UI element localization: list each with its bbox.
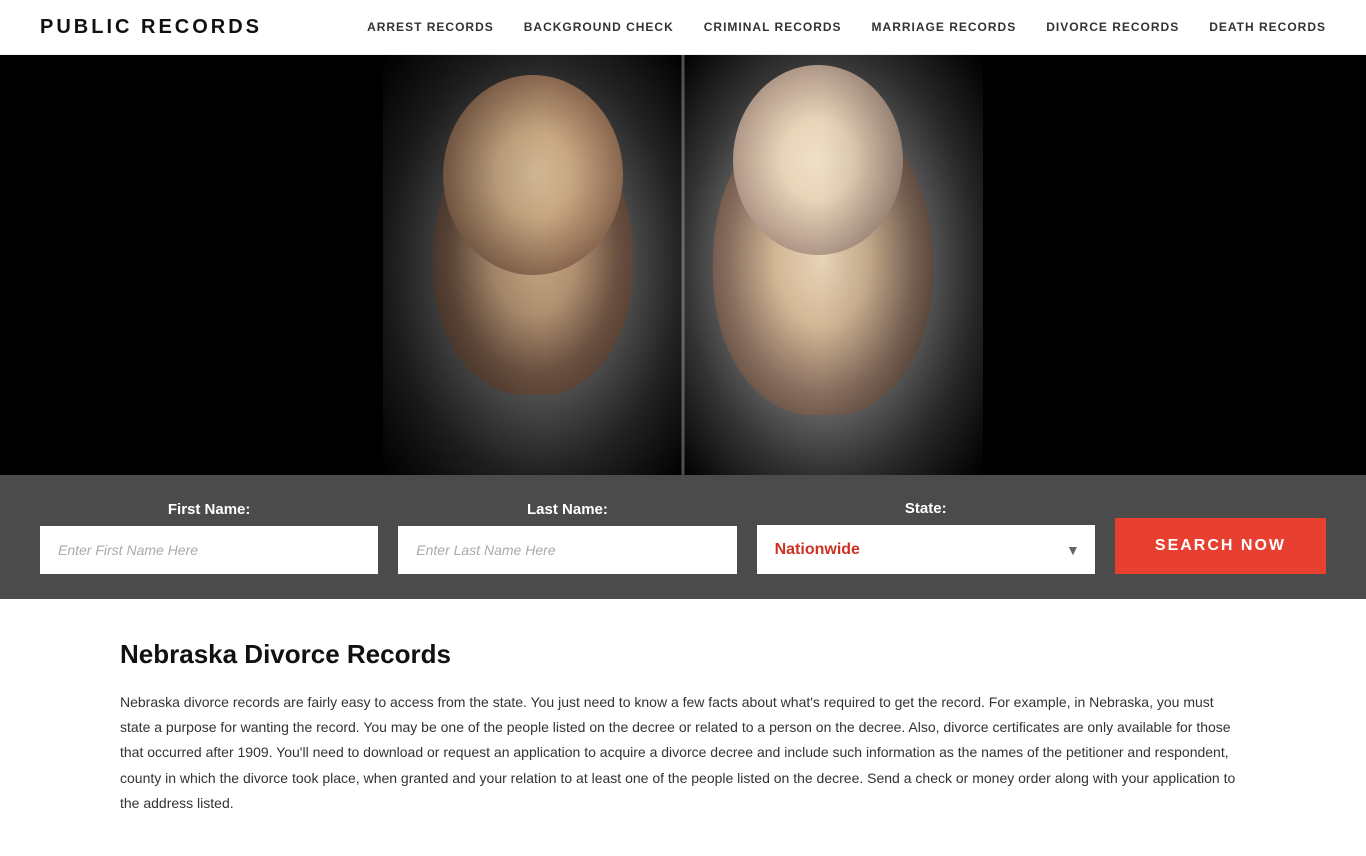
first-name-label: First Name: xyxy=(40,501,378,518)
nav-criminal-records[interactable]: CRIMINAL RECORDS xyxy=(704,20,842,34)
state-label: State: xyxy=(757,500,1095,517)
search-section: First Name: Last Name: State: Nationwide… xyxy=(0,475,1366,599)
hero-overlay-right xyxy=(820,55,1366,475)
site-logo[interactable]: PUBLIC RECORDS xyxy=(40,16,262,39)
header: PUBLIC RECORDS ARREST RECORDS BACKGROUND… xyxy=(0,0,1366,55)
last-name-label: Last Name: xyxy=(398,501,736,518)
nav-background-check[interactable]: BACKGROUND CHECK xyxy=(524,20,674,34)
nav-marriage-records[interactable]: MARRIAGE RECORDS xyxy=(872,20,1017,34)
hero-section xyxy=(0,55,1366,475)
first-name-group: First Name: xyxy=(40,501,378,574)
state-select-wrapper: NationwideAlabamaAlaskaArizonaArkansasCa… xyxy=(757,525,1095,574)
first-name-input[interactable] xyxy=(40,526,378,574)
nav-death-records[interactable]: DEATH RECORDS xyxy=(1209,20,1326,34)
hero-divider xyxy=(682,55,685,475)
nav-arrest-records[interactable]: ARREST RECORDS xyxy=(367,20,494,34)
hero-overlay-left xyxy=(0,55,546,475)
state-group: State: NationwideAlabamaAlaskaArizonaArk… xyxy=(757,500,1095,574)
state-select[interactable]: NationwideAlabamaAlaskaArizonaArkansasCa… xyxy=(757,525,1095,574)
last-name-group: Last Name: xyxy=(398,501,736,574)
main-nav: ARREST RECORDS BACKGROUND CHECK CRIMINAL… xyxy=(367,20,1326,34)
nav-divorce-records[interactable]: DIVORCE RECORDS xyxy=(1046,20,1179,34)
search-now-button[interactable]: SEARCH NOW xyxy=(1115,518,1326,574)
content-section: Nebraska Divorce Records Nebraska divorc… xyxy=(0,599,1366,856)
content-title: Nebraska Divorce Records xyxy=(120,639,1246,670)
last-name-input[interactable] xyxy=(398,526,736,574)
content-body: Nebraska divorce records are fairly easy… xyxy=(120,690,1246,816)
